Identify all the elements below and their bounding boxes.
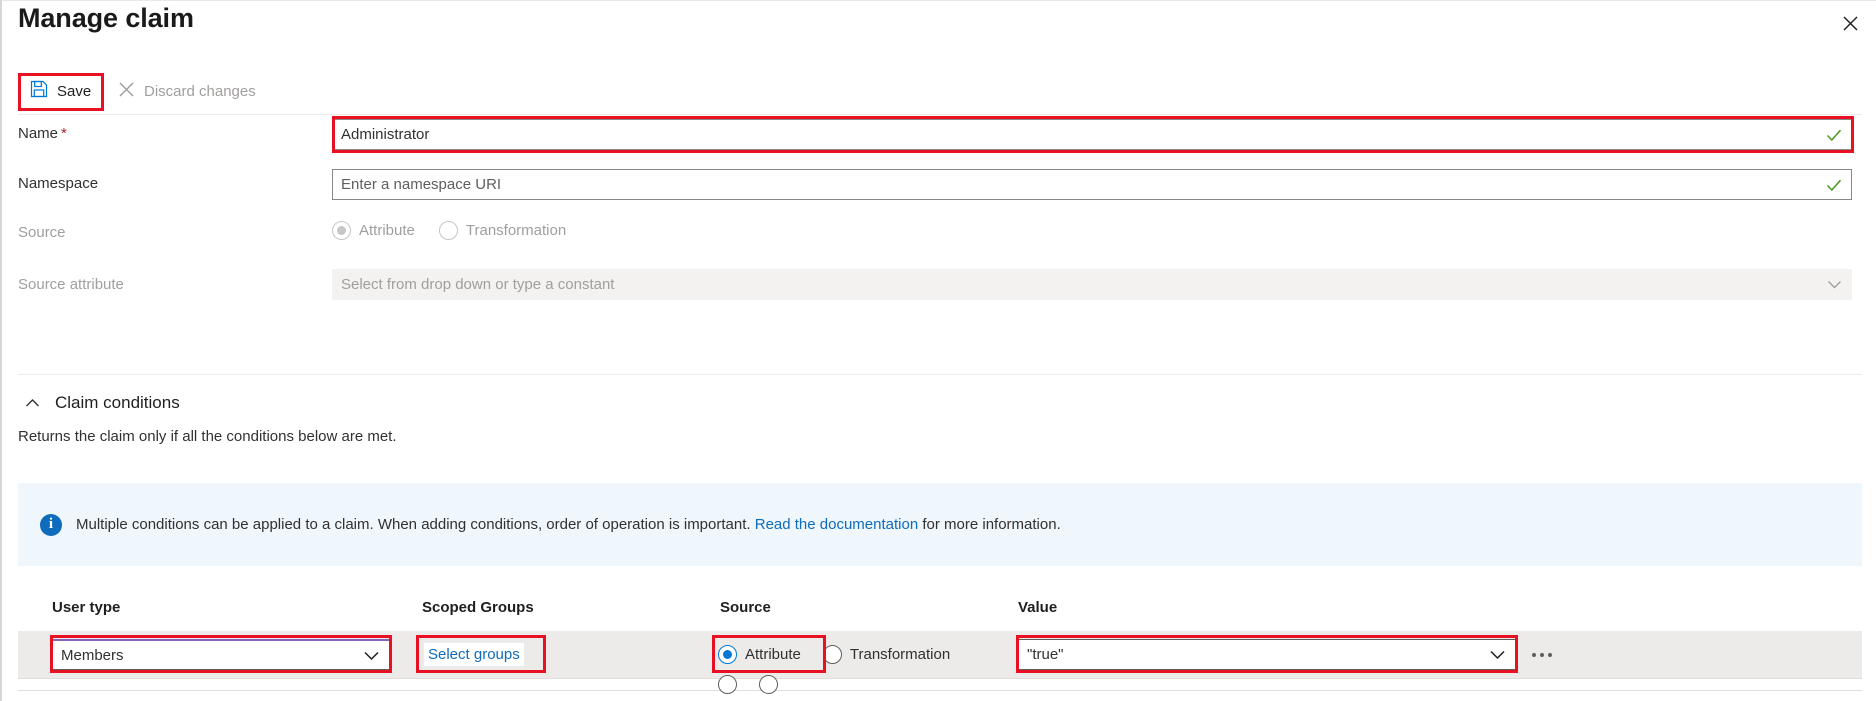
page-title: Manage claim (18, 3, 194, 33)
row-source-radio-transformation[interactable]: Transformation (822, 645, 951, 664)
cell-row-actions (1526, 631, 1558, 678)
command-bar: Save Discard changes (2, 71, 1876, 113)
row-source-radio-attribute[interactable] (718, 675, 737, 694)
chevron-down-icon (362, 646, 381, 665)
manage-claim-panel: Manage claim Save Discard changes Name *… (0, 0, 1876, 701)
value-dropdown[interactable]: "true" (1018, 639, 1516, 670)
source-radio-attribute-label: Attribute (359, 222, 415, 239)
source-attribute-dropdown[interactable]: Select from drop down or type a constant (332, 269, 1852, 300)
chevron-down-icon (1826, 276, 1843, 293)
source-attribute-label: Source attribute (18, 276, 124, 293)
source-attribute-placeholder: Select from drop down or type a constant (341, 276, 615, 293)
chevron-down-icon (1488, 645, 1507, 664)
row-source-radio-transformation-label: Transformation (849, 646, 951, 663)
table-row (18, 675, 1862, 694)
discard-changes-label: Discard changes (144, 82, 256, 100)
name-input-value: Administrator (341, 126, 430, 143)
cell-scoped-groups: Select groups (424, 631, 524, 678)
user-type-dropdown[interactable]: Members (52, 639, 390, 670)
source-radio-transformation-label: Transformation (465, 222, 567, 239)
close-icon (1843, 16, 1858, 31)
cell-source (718, 675, 778, 694)
claim-conditions-heading: Claim conditions (55, 393, 180, 412)
info-banner-text: Multiple conditions can be applied to a … (76, 516, 1061, 533)
cell-value: "true" (1018, 631, 1518, 678)
radio-selected-icon (718, 645, 737, 664)
column-header-source: Source (720, 599, 771, 616)
user-type-value: Members (61, 646, 124, 664)
source-radio-group: Attribute Transformation (332, 221, 566, 240)
close-x-icon (118, 81, 135, 102)
close-panel-button[interactable] (1834, 7, 1866, 39)
claim-conditions-description: Returns the claim only if all the condit… (18, 428, 397, 445)
source-radio-transformation[interactable]: Transformation (438, 221, 567, 240)
column-header-user-type: User type (52, 599, 121, 616)
source-label: Source (18, 224, 66, 241)
save-floppy-icon (30, 80, 48, 102)
row-source-radio-attribute[interactable]: Attribute (718, 645, 801, 664)
row-source-radio-attribute-label: Attribute (745, 646, 801, 663)
read-documentation-link[interactable]: Read the documentation (755, 516, 918, 533)
checkmark-icon (1825, 176, 1843, 194)
table-row: Members Select groups Attribute Transfor… (18, 631, 1862, 679)
source-radio-attribute[interactable]: Attribute (332, 221, 415, 240)
command-bar-divider (18, 114, 1862, 115)
namespace-label: Namespace (18, 175, 99, 192)
conditions-table: User type Scoped Groups Source Value Mem… (18, 591, 1862, 694)
row-source-radio-transformation[interactable] (759, 675, 778, 694)
save-button[interactable]: Save (22, 75, 99, 107)
name-input[interactable]: Administrator (332, 119, 1852, 150)
section-divider (18, 374, 1862, 375)
column-header-scoped-groups: Scoped Groups (422, 599, 534, 616)
ellipsis-icon[interactable] (1526, 647, 1558, 663)
claim-conditions-toggle[interactable]: Claim conditions (24, 393, 180, 413)
radio-unselected-icon (718, 675, 737, 694)
info-circle-icon: i (40, 513, 62, 536)
namespace-input-placeholder: Enter a namespace URI (341, 176, 502, 193)
namespace-input[interactable]: Enter a namespace URI (332, 169, 1852, 200)
info-banner-text-after: for more information. (922, 516, 1061, 533)
chevron-up-icon (24, 395, 41, 412)
radio-unselected-icon (438, 221, 458, 240)
row-source-radio-group: Attribute Transformation (718, 645, 950, 664)
checkmark-icon (1825, 126, 1843, 144)
select-groups-button[interactable]: Select groups (424, 643, 524, 666)
radio-unselected-icon (759, 675, 778, 694)
cell-source: Attribute Transformation (718, 631, 950, 678)
column-header-value: Value (1018, 599, 1058, 616)
radio-unselected-icon (822, 645, 842, 664)
name-label: Name * (18, 125, 67, 142)
row-source-radio-group (718, 675, 778, 694)
info-banner-text-before: Multiple conditions can be applied to a … (76, 516, 751, 533)
radio-selected-icon (332, 221, 351, 240)
info-banner: i Multiple conditions can be applied to … (18, 483, 1862, 566)
value-dropdown-value: "true" (1027, 646, 1064, 663)
conditions-table-header: User type Scoped Groups Source Value (18, 591, 1862, 631)
cell-user-type: Members (52, 631, 392, 678)
required-indicator: * (61, 125, 67, 142)
save-button-label: Save (57, 82, 92, 100)
discard-changes-button[interactable]: Discard changes (110, 75, 264, 107)
